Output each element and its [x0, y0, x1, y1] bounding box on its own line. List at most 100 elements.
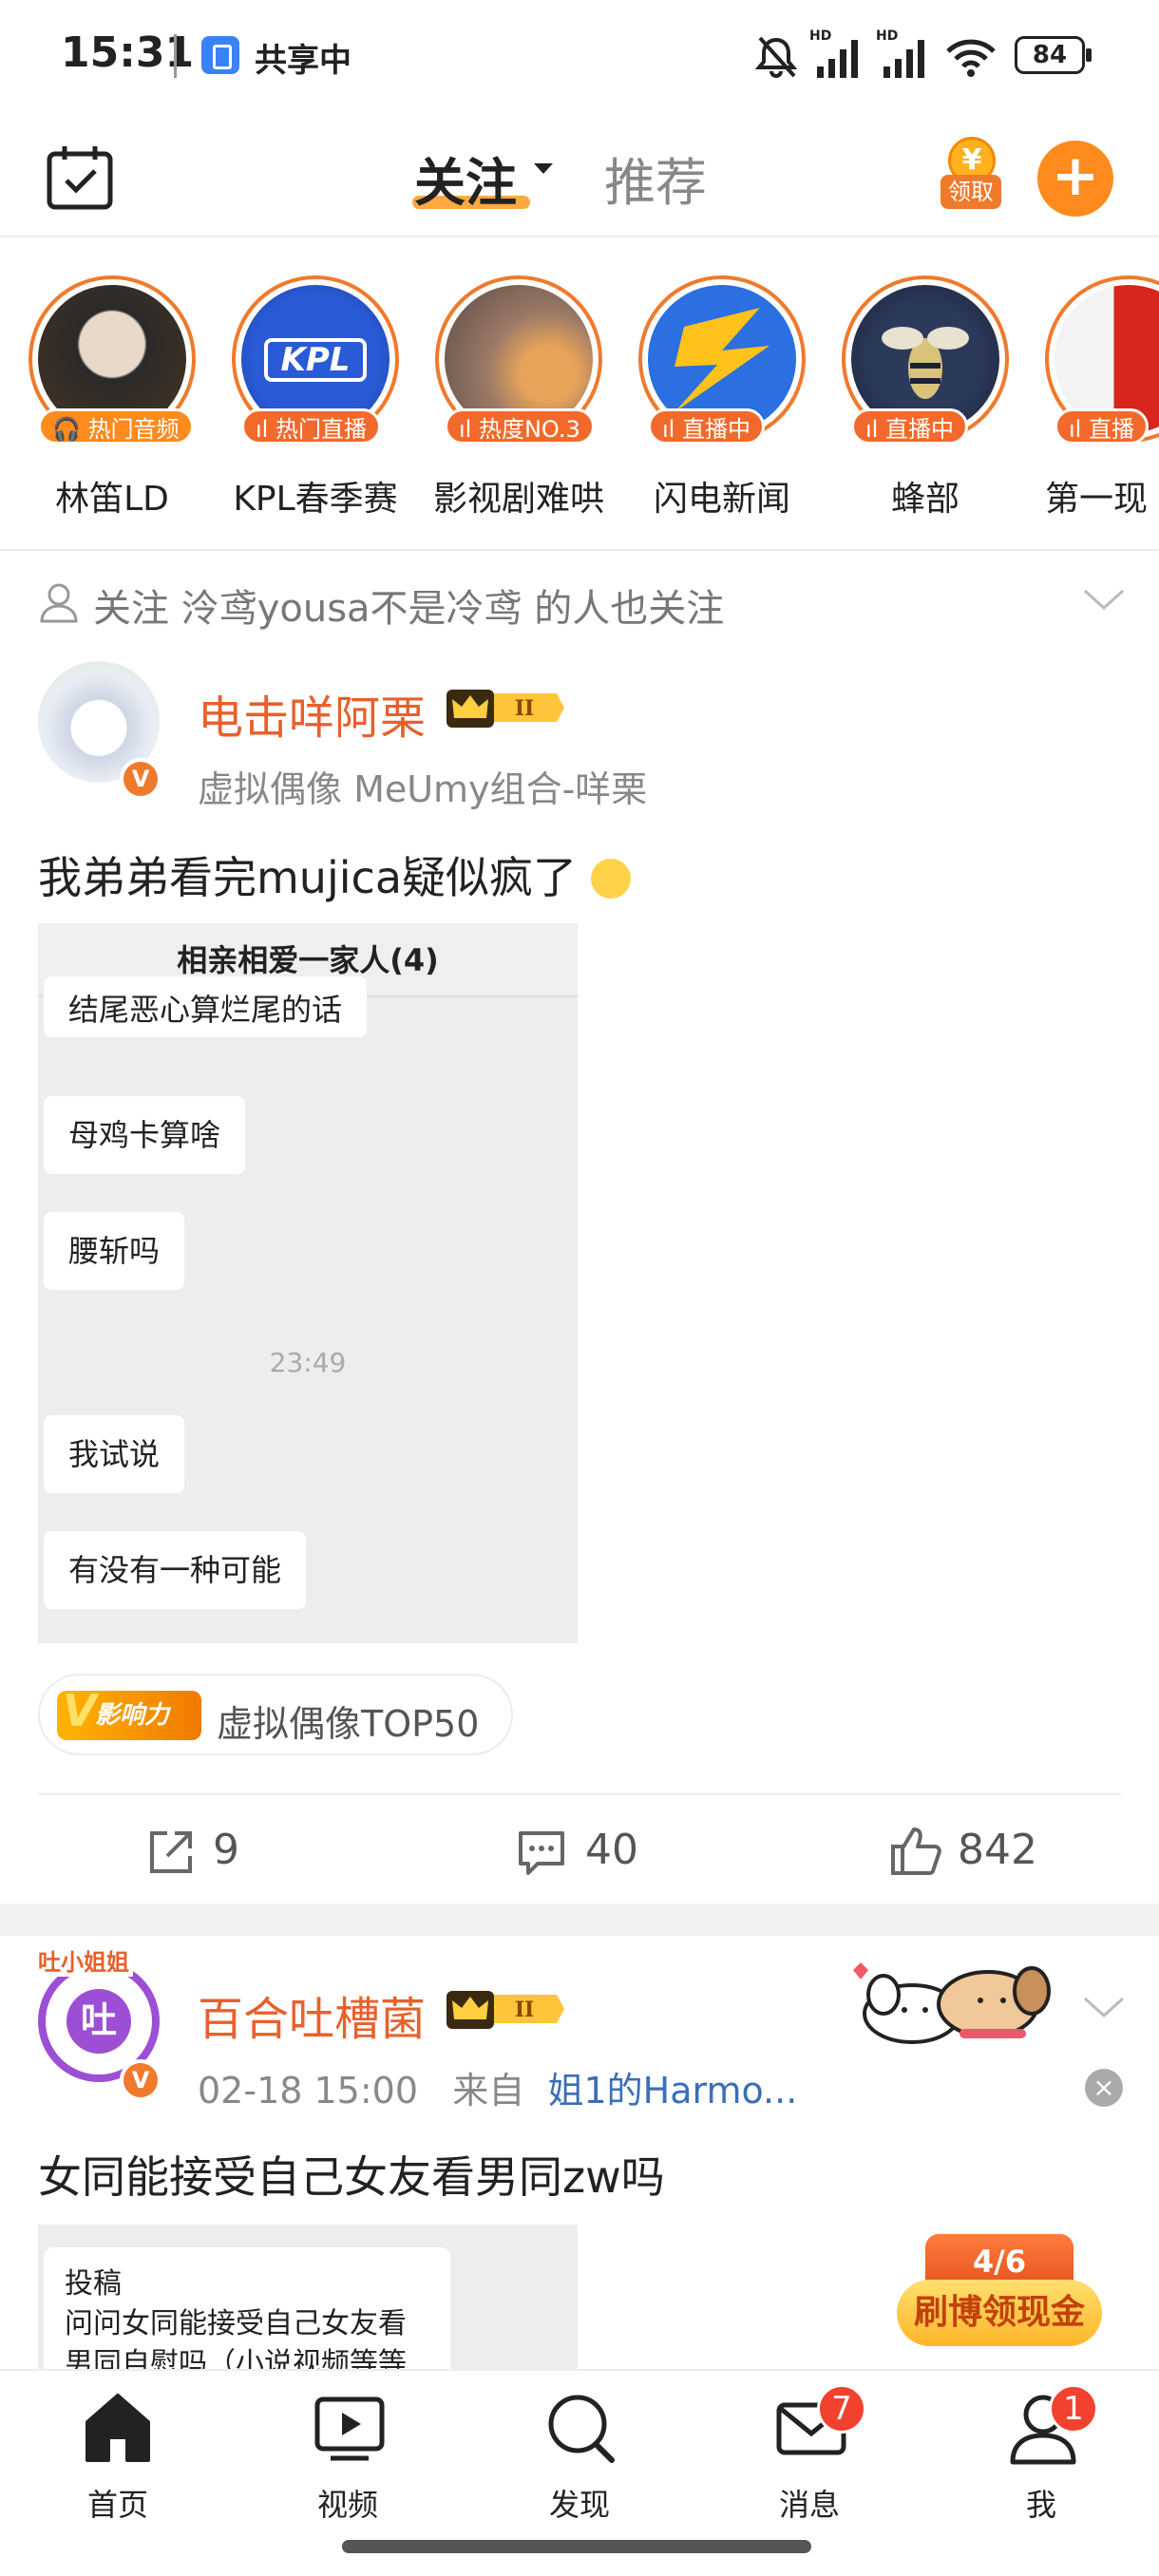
repost-count: 9 [213, 1826, 239, 1874]
status-separator [174, 34, 177, 78]
nav-video[interactable]: 视频 [272, 2390, 424, 2523]
search-icon [548, 2395, 615, 2463]
live-bars-icon: ıl [865, 416, 879, 443]
story-name: KPL春季赛 [233, 480, 398, 519]
wifi-icon [946, 39, 996, 77]
nav-profile[interactable]: 1 我 [965, 2384, 1117, 2523]
story-item[interactable]: ıl 直播中 蜂部 [842, 275, 1009, 532]
live-bars-icon: ıl [1069, 416, 1082, 443]
post-image[interactable]: 投稿 问问女同能接受自己女友看男同自慰吗（小说视频等等黄色 [38, 2225, 578, 2373]
divider [38, 1793, 1121, 1795]
chat-bubble: 我试说 [44, 1415, 185, 1493]
topic-tag[interactable]: 影响力 V 虚拟偶像TOP50 [38, 1674, 513, 1755]
story-item[interactable]: ıl 热度NO.3 影视剧难哄 [433, 275, 604, 532]
nav-label: 发现 [548, 2487, 610, 2523]
tab-follow[interactable]: 关注 [414, 141, 517, 216]
topic-text: 虚拟偶像TOP50 [217, 1703, 480, 1745]
story-badge: ıl 热门直播 [241, 408, 381, 445]
svg-text:II: II [515, 696, 535, 721]
video-icon [314, 2396, 385, 2461]
calendar-check-icon[interactable] [46, 144, 114, 211]
coupon-label: 领取 [940, 175, 1001, 209]
nav-discover[interactable]: 发现 [504, 2390, 656, 2523]
lightning-logo [674, 308, 770, 412]
nav-label: 消息 [778, 2487, 840, 2523]
bee-logo [882, 327, 969, 399]
share-status-text: 共享中 [255, 42, 352, 80]
story-item[interactable]: 🎧 热门音频 林笛LD [28, 275, 196, 532]
chevron-down-icon[interactable] [1081, 585, 1127, 614]
live-bars-icon: ıl [459, 416, 472, 443]
nav-home[interactable]: 首页 [42, 2390, 194, 2523]
comment-button[interactable]: 40 [517, 1820, 688, 1886]
user-outline-icon [40, 583, 78, 623]
post-source-link[interactable]: 姐1的Harmo... [547, 2070, 797, 2112]
add-button[interactable]: + [1037, 141, 1113, 217]
story-item[interactable]: ıl 直播中 闪电新闻 [638, 275, 806, 532]
avatar-char: 吐 [66, 1989, 131, 2054]
chat-bubble: 结尾恶心算烂尾的话 [44, 976, 368, 1037]
status-bar: 15:31 共享中 HD HD 84 [0, 0, 1159, 112]
member-crown-icon: II [446, 1991, 564, 2029]
chat-bubble: 母鸡卡算啥 [44, 1096, 246, 1174]
repost-button[interactable]: 9 [146, 1820, 298, 1886]
signal-2-icon: HD [876, 28, 931, 78]
nav-label: 首页 [86, 2487, 148, 2523]
story-badge: ıl 热度NO.3 [445, 408, 595, 445]
story-item[interactable]: KPL ıl 热门直播 KPL春季赛 [232, 275, 399, 532]
headphones-icon: 🎧 [52, 416, 81, 443]
top-navigation: 关注 推荐 ¥ 领取 + [0, 112, 1159, 237]
post-text[interactable]: 我弟弟看完mujica疑似疯了 [38, 843, 631, 906]
smile-emoji-icon [590, 859, 631, 899]
post-meta: 虚拟偶像 MeUmy组合-咩栗 [198, 768, 648, 810]
message-count-badge: 7 [817, 2384, 866, 2434]
comment-icon [519, 1831, 564, 1875]
story-badge: ıl 直播中 [851, 408, 968, 445]
feed-separator [0, 1904, 1159, 1936]
post-meta: 02-18 15:00 来自 姐1的Harmo... [198, 2061, 797, 2113]
post-username[interactable]: 电击咩阿栗 [198, 680, 426, 747]
post-text[interactable]: 女同能接受自己女友看男同zw吗 [38, 2143, 665, 2206]
story-badge: ıl 直播 [1054, 408, 1149, 445]
battery-indicator: 84 [1015, 36, 1092, 74]
kpl-logo: KPL [264, 338, 367, 382]
live-stories-row: 🎧 热门音频 林笛LD KPL ıl 热门直播 KPL春季赛 ıl 热度NO.3… [0, 237, 1159, 551]
caret-down-icon[interactable] [534, 163, 553, 174]
repost-icon [150, 1831, 192, 1873]
chat-timestamp: 23:49 [269, 1347, 347, 1378]
verified-badge: V [120, 758, 162, 800]
tab-recommend[interactable]: 推荐 [604, 141, 707, 216]
story-item[interactable]: ıl 直播 第一现 [1045, 275, 1159, 532]
chat-bubble: 腰斩吗 [44, 1212, 185, 1290]
story-badge: ıl 直播中 [648, 408, 765, 445]
live-bars-icon: ıl [662, 416, 675, 443]
image-text: 投稿 问问女同能接受自己女友看男同自慰吗（小说视频等等黄色 [44, 2247, 450, 2373]
story-name: 蜂部 [890, 480, 960, 519]
share-app-icon [201, 36, 239, 74]
member-crown-icon: II [446, 690, 564, 728]
close-icon[interactable]: × [1085, 2069, 1123, 2107]
cash-label: 刷博领现金 [897, 2280, 1102, 2346]
post-username[interactable]: 百合吐槽菌 [198, 1981, 426, 2048]
story-name: 林笛LD [55, 480, 169, 519]
thumbs-up-icon [891, 1828, 941, 1875]
post-date: 02-18 15:00 [198, 2070, 419, 2112]
cash-reward-button[interactable]: 4/6 刷博领现金 [897, 2234, 1102, 2354]
signal-1-icon: HD [809, 28, 864, 78]
nav-messages[interactable]: 7 消息 [733, 2384, 885, 2523]
verified-badge: V [120, 2059, 162, 2101]
story-name: 闪电新闻 [653, 480, 790, 519]
home-icon [86, 2394, 150, 2462]
like-button[interactable]: 842 [889, 1820, 1079, 1886]
mute-bell-icon [754, 36, 798, 78]
chat-bubble: 有没有一种可能 [44, 1531, 307, 1609]
recommend-follow-text: 关注 泠鸢yousa不是冷鸢 的人也关注 [93, 587, 725, 631]
chevron-down-icon[interactable] [1081, 1993, 1127, 2021]
coupon-claim-button[interactable]: ¥ 领取 [940, 129, 1001, 220]
nav-label: 我 [1025, 2487, 1056, 2523]
story-name: 影视剧难哄 [432, 480, 604, 519]
like-count: 842 [958, 1826, 1037, 1874]
svg-text:II: II [515, 1998, 535, 2022]
home-indicator [342, 2540, 811, 2553]
post-image[interactable]: 相亲相爱一家人(4) 结尾恶心算烂尾的话 母鸡卡算啥 腰斩吗 23:49 我试说… [38, 923, 578, 1643]
